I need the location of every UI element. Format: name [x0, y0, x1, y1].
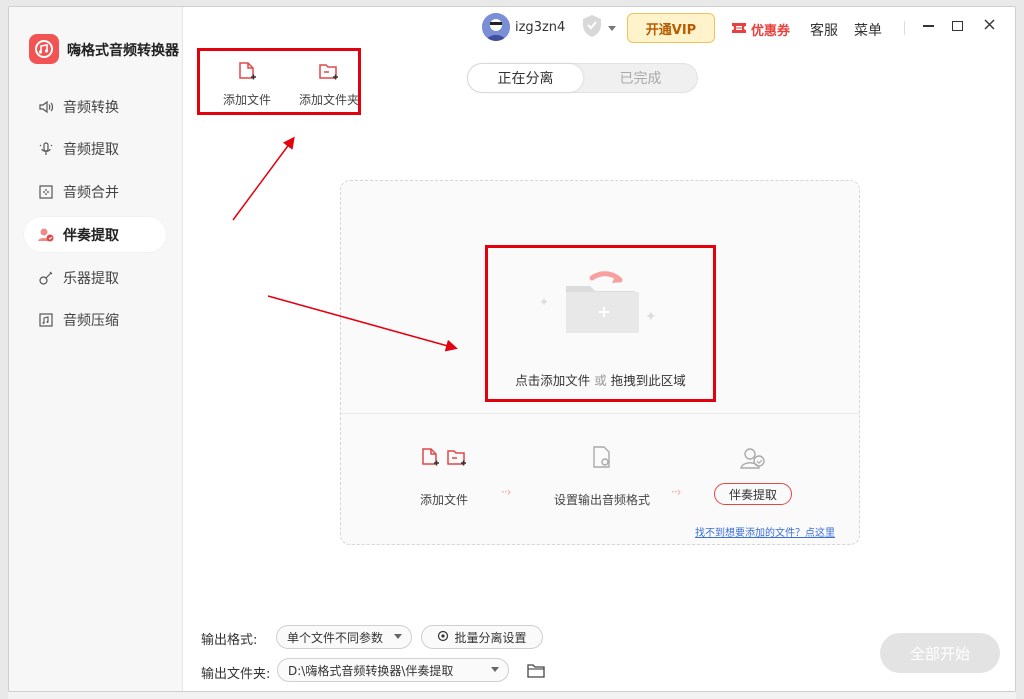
add-file-button[interactable]: 添加文件 — [212, 61, 282, 108]
file-settings-icon — [591, 445, 613, 473]
file-drop-area[interactable]: 点击添加文件或拖拽到此区域 ✦ ✦ 添加文件 ··› 设置输出音频格式 ··› … — [340, 180, 860, 545]
minimize-button[interactable] — [919, 17, 937, 35]
sidebar-item-accompaniment-extract[interactable]: 伴奏提取 — [24, 217, 166, 253]
maximize-icon — [951, 21, 963, 31]
step-arrow-icon: ··› — [671, 485, 681, 499]
merge-icon — [37, 183, 55, 201]
status-tabs: 正在分离 已完成 — [467, 63, 698, 93]
chevron-down-icon — [491, 667, 499, 672]
window-shadow — [8, 692, 1016, 699]
output-folder-label: 输出文件夹: — [201, 667, 271, 682]
chevron-down-icon — [608, 25, 616, 31]
title-bar-divider — [904, 21, 905, 35]
mic-extract-icon — [37, 140, 55, 158]
accompaniment-step-icon — [739, 445, 767, 475]
batch-settings-label: 批量分离设置 — [454, 630, 527, 645]
speaker-icon — [37, 98, 55, 116]
output-folder-value: D:\嗨格式音频转换器\伴奏提取 — [288, 663, 454, 678]
step-add-file-label: 添加文件 — [419, 493, 468, 507]
customer-service-button[interactable]: 客服 — [810, 20, 838, 40]
toolbar-highlight-box: 添加文件 添加文件夹 — [197, 48, 361, 115]
sidebar-item-audio-extract[interactable]: 音频提取 — [24, 132, 166, 167]
settings-gear-icon — [437, 630, 449, 645]
tab-processing[interactable]: 正在分离 — [468, 64, 583, 92]
sidebar-item-label: 乐器提取 — [63, 270, 119, 287]
sidebar-item-audio-compress[interactable]: 音频压缩 — [24, 303, 166, 338]
accompaniment-icon — [37, 226, 55, 244]
step-set-format-label: 设置输出音频格式 — [553, 493, 650, 507]
output-format-select[interactable]: 单个文件不同参数 — [276, 625, 412, 649]
sidebar-item-instrument-extract[interactable]: 乐器提取 — [24, 260, 166, 295]
drop-or-text: 或 — [594, 373, 607, 388]
add-folder-icon — [318, 61, 340, 86]
sidebar-item-label: 音频压缩 — [63, 313, 119, 330]
username[interactable]: izg3zn4 — [515, 20, 565, 35]
chevron-down-icon — [394, 634, 402, 639]
start-all-button[interactable]: 全部开始 — [880, 633, 1000, 673]
step-add-file: 添加文件 — [413, 447, 475, 508]
menu-button[interactable]: 菜单 — [854, 20, 882, 40]
app-logo — [29, 34, 59, 64]
app-title: 嗨格式音频转换器 — [67, 43, 179, 59]
ticket-icon — [731, 22, 747, 38]
app-window: 嗨格式音频转换器 音频转换 音频提取 音频合并 伴奏提取 乐器提取 音频压缩 添… — [8, 6, 1016, 692]
coupon-button[interactable]: 优惠券 — [731, 20, 790, 39]
help-link[interactable]: 找不到想要添加的文件？点这里 — [695, 524, 835, 539]
output-format-value: 单个文件不同参数 — [287, 630, 384, 645]
sidebar-item-audio-convert[interactable]: 音频转换 — [24, 89, 166, 124]
add-folder-button[interactable]: 添加文件夹 — [288, 61, 370, 108]
shield-icon — [579, 13, 605, 43]
sparkle-icon: ✦ — [539, 295, 550, 309]
drop-drag-text: 拖拽到此区域 — [610, 373, 686, 388]
output-folder-select[interactable]: D:\嗨格式音频转换器\伴奏提取 — [277, 658, 509, 682]
sidebar-nav: 音频转换 音频提取 音频合并 伴奏提取 乐器提取 音频压缩 — [24, 89, 166, 346]
sparkle-icon: ✦ — [645, 309, 657, 325]
open-folder-icon[interactable] — [527, 663, 545, 679]
sidebar: 嗨格式音频转换器 音频转换 音频提取 音频合并 伴奏提取 乐器提取 音频压缩 — [9, 7, 183, 691]
guitar-icon — [37, 269, 55, 287]
add-file-icon — [237, 61, 257, 86]
drop-click-text: 点击添加文件 — [515, 373, 591, 388]
step-set-format: 设置输出音频格式 — [547, 445, 657, 508]
maximize-button[interactable] — [948, 17, 966, 35]
avatar[interactable] — [482, 13, 510, 41]
coupon-label: 优惠券 — [751, 24, 791, 39]
add-folder-label: 添加文件夹 — [298, 93, 359, 107]
add-file-label: 添加文件 — [222, 93, 271, 107]
drop-divider — [341, 413, 859, 414]
output-format-label: 输出格式: — [201, 633, 258, 648]
step-arrow-icon: ··› — [501, 485, 511, 499]
batch-separation-settings-button[interactable]: 批量分离设置 — [421, 625, 543, 649]
close-icon — [984, 18, 995, 34]
sidebar-item-label: 伴奏提取 — [63, 227, 119, 244]
minimize-icon — [922, 25, 934, 27]
sidebar-item-label: 音频合并 — [63, 185, 119, 202]
tab-done[interactable]: 已完成 — [583, 64, 698, 92]
vip-button[interactable]: 开通VIP — [627, 13, 715, 43]
sidebar-item-label: 音频转换 — [63, 99, 119, 116]
accompaniment-extract-button[interactable]: 伴奏提取 — [714, 483, 792, 505]
sidebar-item-audio-merge[interactable]: 音频合并 — [24, 175, 166, 210]
add-folder-icon — [446, 447, 468, 473]
compress-icon — [37, 311, 55, 329]
shield-dropdown[interactable] — [579, 15, 619, 41]
close-button[interactable] — [980, 17, 998, 35]
drop-target-highlight-box[interactable]: 点击添加文件或拖拽到此区域 — [485, 245, 716, 402]
add-folder-illustration-icon — [562, 268, 642, 338]
drop-instruction: 点击添加文件或拖拽到此区域 — [488, 370, 713, 389]
add-file-icon — [420, 447, 440, 473]
sidebar-item-label: 音频提取 — [63, 142, 119, 159]
